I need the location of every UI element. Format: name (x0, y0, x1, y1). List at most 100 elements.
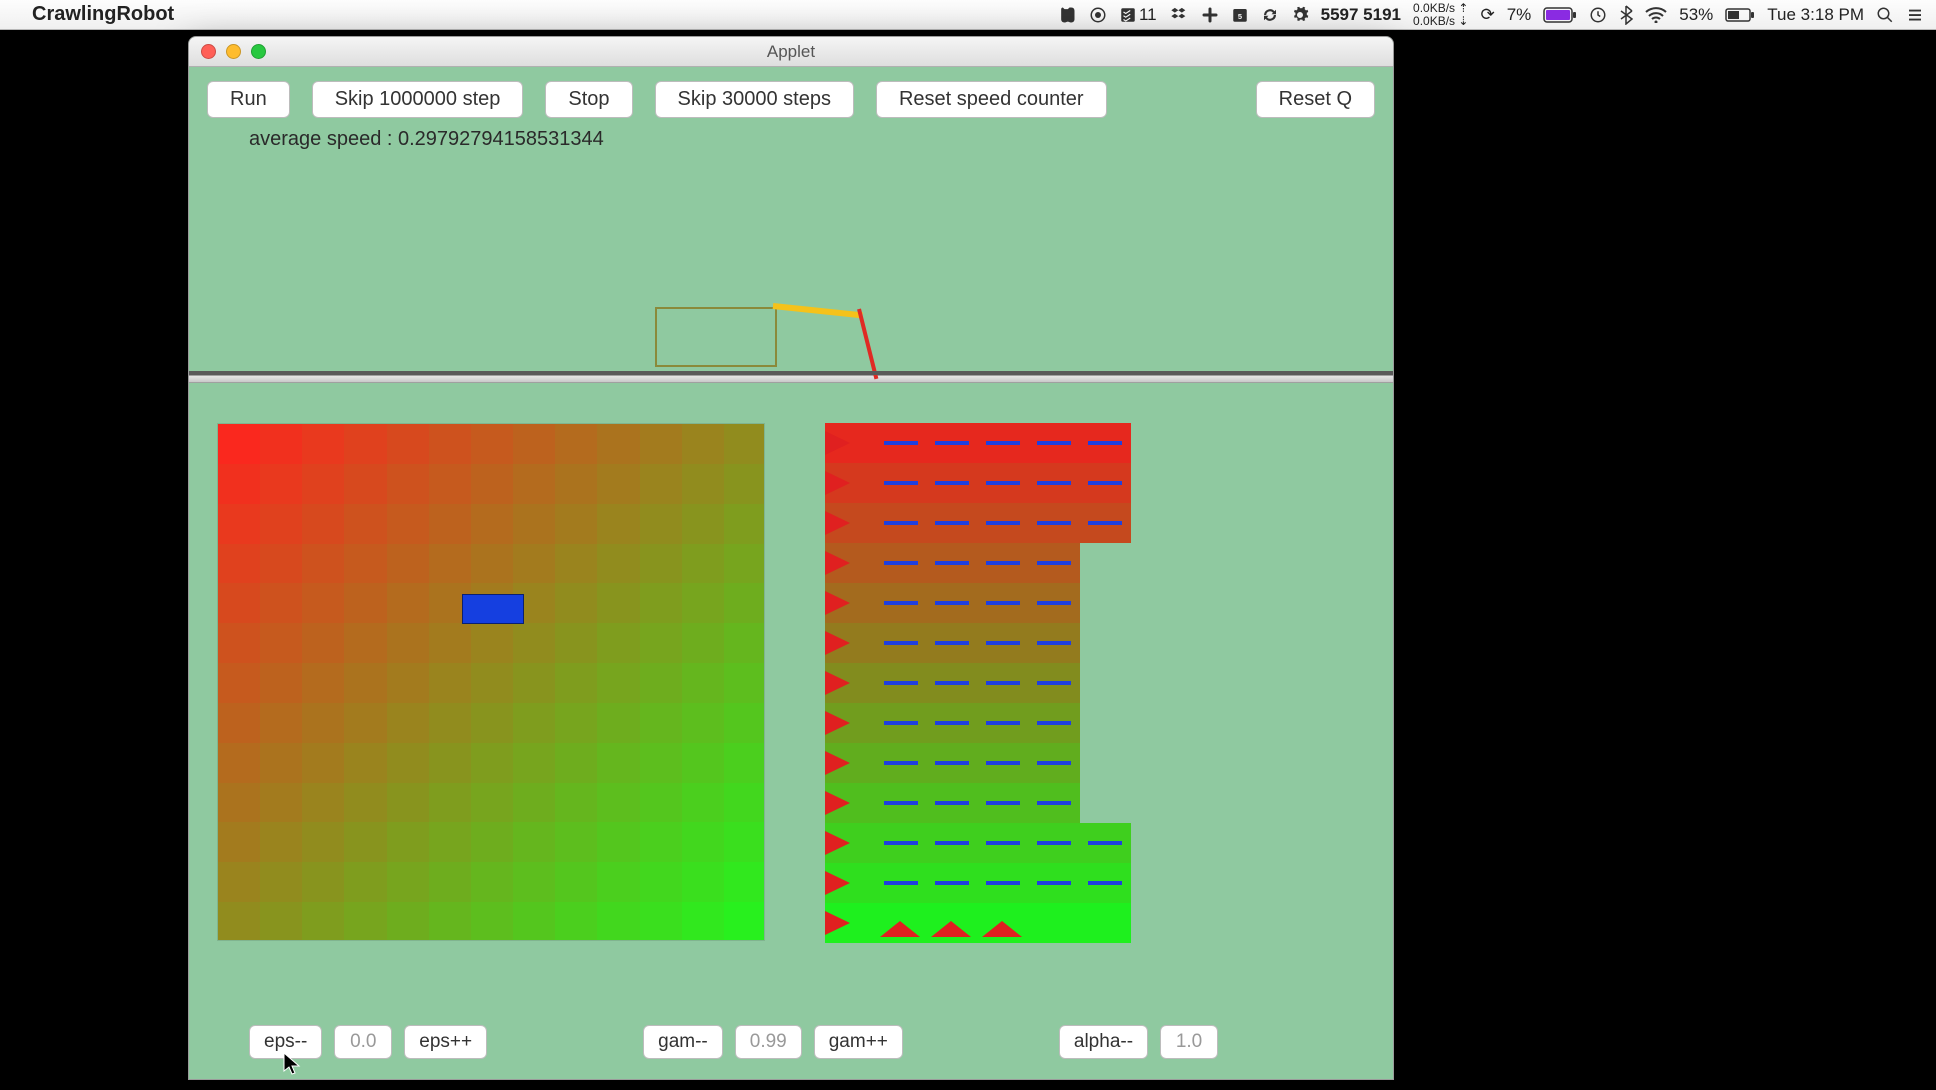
run-button[interactable]: Run (207, 81, 290, 118)
gear-menubar-icon[interactable] (1291, 6, 1309, 24)
value-cell (387, 583, 429, 623)
value-cell (302, 703, 344, 743)
value-cell (344, 464, 386, 504)
eps-increment-button[interactable]: eps++ (404, 1025, 487, 1059)
value-cell (260, 504, 302, 544)
gam-decrement-button[interactable]: gam-- (643, 1025, 723, 1059)
evernote-menubar-icon[interactable] (1057, 5, 1077, 25)
value-cell (429, 862, 471, 902)
dropbox-menubar-icon[interactable] (1169, 5, 1189, 25)
value-cell (724, 703, 765, 743)
value-cell (302, 464, 344, 504)
value-cell (260, 424, 302, 464)
minimize-window-button[interactable] (226, 44, 241, 59)
network-stats[interactable]: 0.0KB/s ⇡ 0.0KB/s ⇣ (1413, 2, 1468, 27)
clock[interactable]: Tue 3:18 PM (1767, 5, 1864, 25)
policy-arrow-icon (825, 711, 850, 735)
alpha-value: 1.0 (1160, 1025, 1218, 1059)
value-cell (597, 544, 639, 584)
policy-dash (884, 641, 918, 645)
value-cell (597, 504, 639, 544)
policy-dash (884, 521, 918, 525)
value-cell (555, 504, 597, 544)
value-cell (640, 623, 682, 663)
value-cell (429, 822, 471, 862)
value-cell (513, 504, 555, 544)
timemachine-icon[interactable] (1589, 6, 1607, 24)
value-cell (640, 504, 682, 544)
wifi-percent[interactable]: 53% (1679, 5, 1713, 25)
alpha-decrement-button[interactable]: alpha-- (1059, 1025, 1148, 1059)
sync-menubar-icon[interactable] (1261, 6, 1279, 24)
policy-dash (884, 881, 918, 885)
value-cell (387, 544, 429, 584)
value-cell (429, 464, 471, 504)
policy-dash (1037, 801, 1071, 805)
value-cell (640, 743, 682, 783)
active-app-name[interactable]: CrawlingRobot (32, 3, 174, 26)
battery2-icon[interactable] (1725, 8, 1755, 22)
policy-dash (986, 761, 1020, 765)
stop-button[interactable]: Stop (545, 81, 632, 118)
value-cell (302, 504, 344, 544)
todoist-menubar-icon[interactable]: 11 (1119, 5, 1157, 25)
value-cell (302, 424, 344, 464)
pane-divider[interactable] (189, 375, 1393, 383)
policy-arrow-icon (825, 591, 850, 615)
policy-dash (1037, 761, 1071, 765)
policy-dash (1037, 481, 1071, 485)
reset-q-button[interactable]: Reset Q (1256, 81, 1375, 118)
value-cell (387, 623, 429, 663)
reset-speed-button[interactable]: Reset speed counter (876, 81, 1107, 118)
value-cell (218, 703, 260, 743)
zoom-window-button[interactable] (251, 44, 266, 59)
value-cell (260, 902, 302, 941)
calendar-menubar-icon[interactable]: 5 (1231, 6, 1249, 24)
value-cell (682, 703, 724, 743)
value-cell (555, 544, 597, 584)
eps-decrement-button[interactable]: eps-- (249, 1025, 322, 1059)
skip-small-button[interactable]: Skip 30000 steps (655, 81, 854, 118)
policy-dash (935, 881, 969, 885)
policy-dash (986, 481, 1020, 485)
notification-center-icon[interactable] (1906, 6, 1924, 24)
policy-arrow-icon (825, 751, 850, 775)
record-menubar-icon[interactable] (1089, 6, 1107, 24)
menubar-numbers[interactable]: 5597 5191 (1321, 5, 1401, 25)
window-titlebar[interactable]: Applet (189, 37, 1393, 67)
value-cell (682, 623, 724, 663)
policy-dash (986, 441, 1020, 445)
value-cell (555, 583, 597, 623)
value-cell (260, 862, 302, 902)
value-cell (344, 424, 386, 464)
gam-value: 0.99 (735, 1025, 802, 1059)
value-cell (302, 783, 344, 823)
value-cell (682, 583, 724, 623)
bluetooth-icon[interactable] (1619, 5, 1633, 25)
wifi-icon[interactable] (1645, 7, 1667, 23)
battery-percent[interactable]: 7% (1507, 5, 1532, 25)
skip-big-button[interactable]: Skip 1000000 step (312, 81, 524, 118)
battery-icon[interactable] (1543, 7, 1577, 23)
battery-sync-icon[interactable]: ⟳ (1480, 5, 1494, 25)
spotlight-icon[interactable] (1876, 6, 1894, 24)
value-cell (471, 862, 513, 902)
policy-arrow-icon (825, 791, 850, 815)
value-cell (640, 663, 682, 703)
value-cell (597, 902, 639, 941)
policy-dash (986, 521, 1020, 525)
value-cell (387, 743, 429, 783)
close-window-button[interactable] (201, 44, 216, 59)
value-cell (429, 902, 471, 941)
svg-text:5: 5 (1238, 11, 1242, 20)
value-cell (597, 783, 639, 823)
policy-dash (986, 601, 1020, 605)
value-cell (555, 464, 597, 504)
value-cell (429, 544, 471, 584)
value-cell (597, 424, 639, 464)
value-cell (597, 583, 639, 623)
plus-menubar-icon[interactable] (1201, 6, 1219, 24)
value-cell (513, 902, 555, 941)
policy-dash (935, 801, 969, 805)
gam-increment-button[interactable]: gam++ (814, 1025, 903, 1059)
